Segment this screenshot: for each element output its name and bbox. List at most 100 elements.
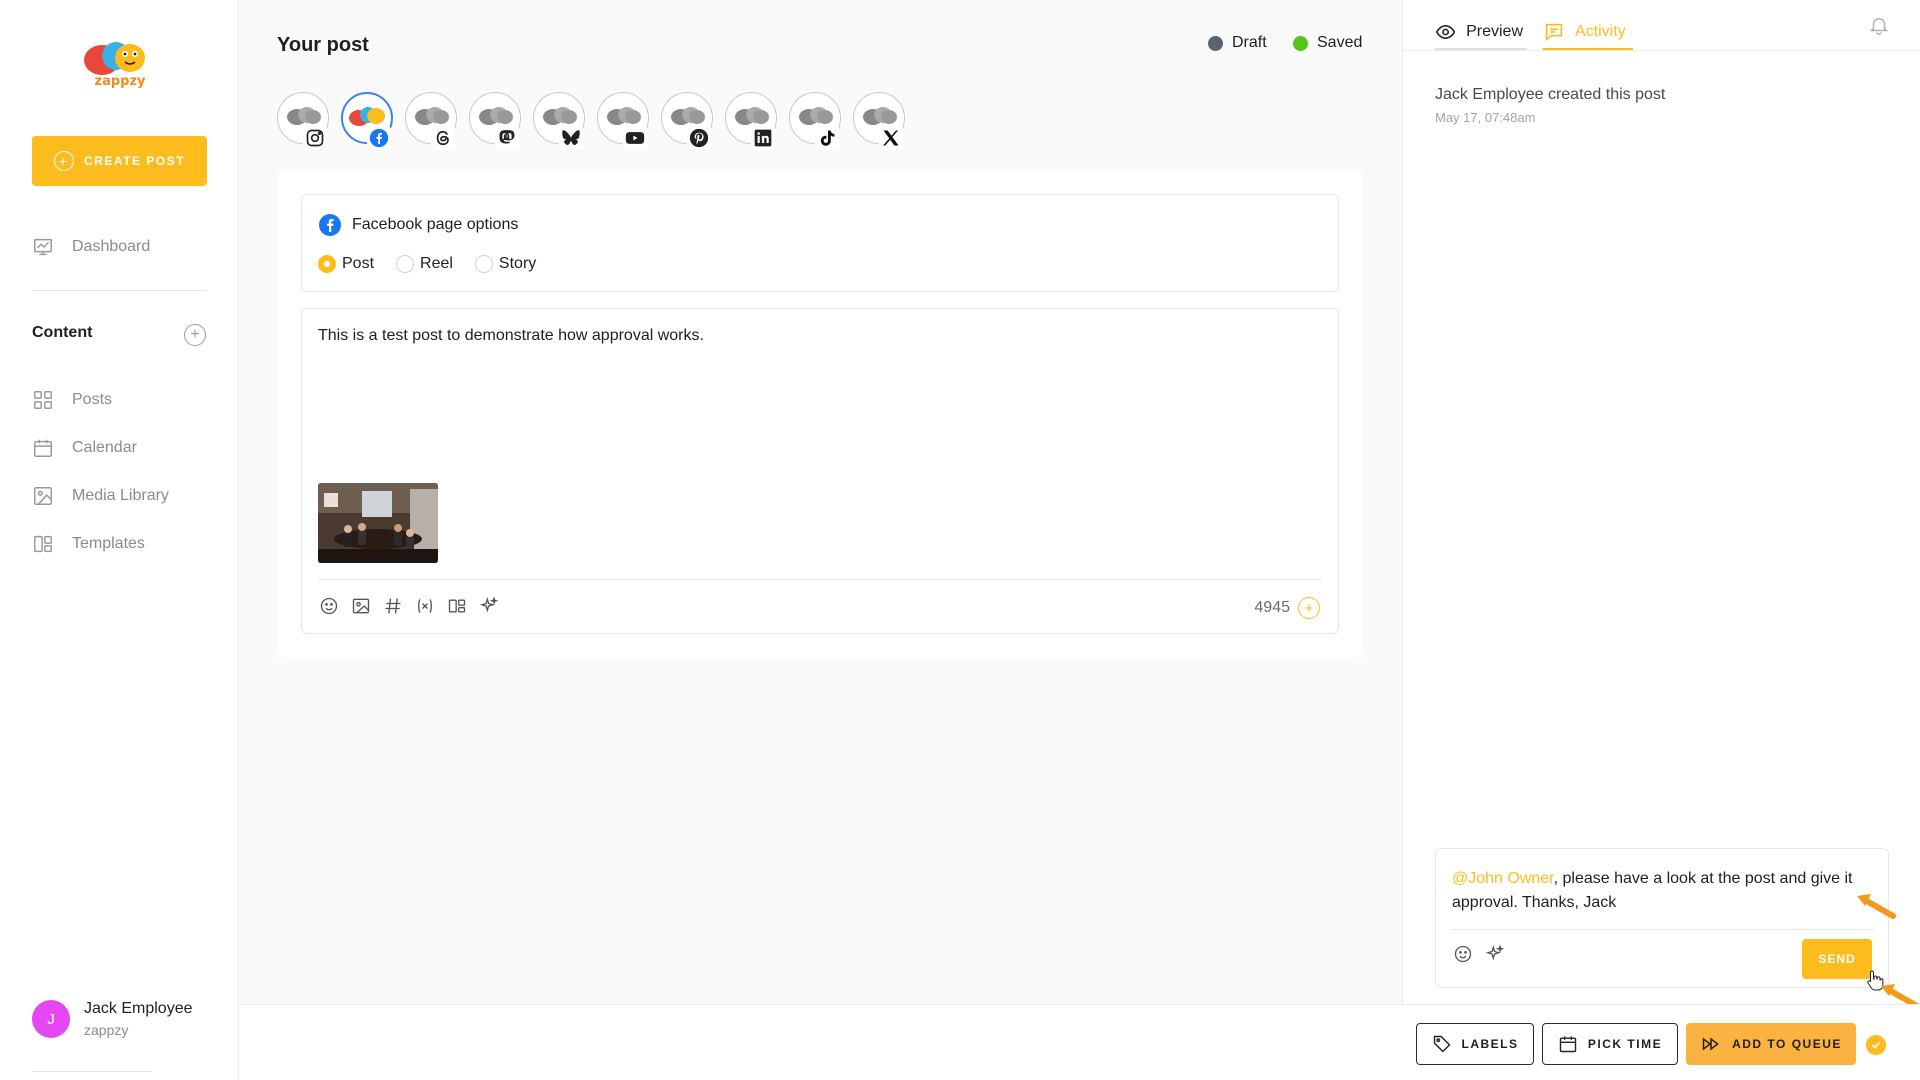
post-editor-area: Your post Draft Saved Facebook page opti…	[240, 0, 1402, 1004]
channel-threads[interactable]	[405, 92, 457, 152]
queue-label: ADD TO QUEUE	[1732, 1037, 1842, 1051]
radio-story[interactable]: Story	[474, 255, 537, 273]
add-to-queue-button[interactable]: ADD TO QUEUE	[1686, 1023, 1856, 1065]
comment-composer[interactable]: @John Owner, please have a look at the p…	[1435, 848, 1889, 991]
tiktok-icon	[815, 126, 839, 150]
comment-input[interactable]: @John Owner, please have a look at the p…	[1452, 867, 1872, 915]
user-underline	[32, 1071, 152, 1072]
logo-wordmark: zappzy	[95, 74, 147, 89]
sidebar-divider	[32, 290, 207, 291]
instagram-icon	[303, 126, 327, 150]
tabs-divider	[1403, 50, 1920, 51]
variable-icon[interactable]	[414, 595, 436, 617]
post-text-editor[interactable]: This is a test post to demonstrate how a…	[301, 308, 1339, 634]
saved-dot-icon	[1293, 35, 1308, 51]
calendar-icon	[1559, 1036, 1577, 1053]
saved-status: Saved	[1293, 34, 1362, 52]
draft-label: Draft	[1232, 34, 1267, 51]
sidebar-item-label: Dashboard	[72, 238, 151, 255]
sidebar-item-label: Media Library	[72, 487, 169, 504]
ai-sparkle-icon[interactable]	[478, 595, 500, 617]
post-card: Facebook page options Post Reel Story Th…	[277, 170, 1363, 658]
post-type-radio-group: Post Reel Story	[318, 255, 536, 273]
zappzy-logo[interactable]: zappzy	[80, 38, 158, 90]
editor-toolbar	[318, 595, 500, 617]
sidebar: zappzy + CREATE POST Dashboard Content +…	[0, 0, 239, 1080]
send-button[interactable]: SEND	[1802, 939, 1872, 979]
tab-preview[interactable]: Preview	[1435, 16, 1527, 50]
sidebar-item-posts[interactable]: Posts	[32, 388, 112, 412]
facebook-icon	[319, 214, 341, 236]
content-section-title: Content	[32, 324, 93, 341]
fb-options-title: Facebook page options	[352, 216, 519, 233]
facebook-icon	[367, 126, 391, 150]
user-profile[interactable]: J Jack Employee zappzy	[32, 1000, 193, 1038]
bluesky-icon	[559, 126, 583, 150]
user-name: Jack Employee	[84, 1000, 193, 1017]
emoji-icon[interactable]	[1452, 943, 1474, 965]
channel-x[interactable]	[853, 92, 905, 152]
comment-divider	[1452, 929, 1874, 930]
channel-selector	[277, 92, 905, 152]
channel-facebook[interactable]	[341, 92, 393, 152]
channel-tiktok[interactable]	[789, 92, 841, 152]
pick-time-button[interactable]: PICK TIME	[1542, 1023, 1678, 1065]
sidebar-item-label: Templates	[72, 535, 145, 552]
threads-icon	[431, 126, 455, 150]
sidebar-item-templates[interactable]: Templates	[32, 532, 145, 556]
activity-entry: Jack Employee created this post	[1435, 86, 1666, 103]
template-icon[interactable]	[446, 595, 468, 617]
radio-label: Story	[498, 255, 537, 272]
right-panel: Preview Activity Jack Employee created t…	[1402, 0, 1920, 1009]
radio-empty-icon	[474, 255, 493, 273]
draft-dot-icon	[1208, 35, 1223, 51]
sidebar-item-calendar[interactable]: Calendar	[32, 436, 137, 460]
sidebar-item-dashboard[interactable]: Dashboard	[32, 235, 150, 259]
page-title: Your post	[277, 34, 369, 56]
create-post-label: CREATE POST	[84, 154, 185, 168]
channel-youtube[interactable]	[597, 92, 649, 152]
hashtag-icon[interactable]	[382, 595, 404, 617]
ai-sparkle-icon[interactable]	[1484, 943, 1506, 965]
radio-label: Reel	[420, 255, 453, 272]
bell-icon[interactable]	[1868, 14, 1890, 36]
comment-toolbar	[1452, 943, 1506, 965]
comment-icon	[1545, 23, 1563, 42]
channel-instagram[interactable]	[277, 92, 329, 152]
tab-label: Preview	[1466, 23, 1523, 40]
editor-divider	[318, 579, 1322, 580]
panel-tabs: Preview Activity	[1435, 16, 1633, 50]
mention-tag: @John Owner	[1452, 870, 1554, 887]
channel-pinterest[interactable]	[661, 92, 713, 152]
draft-status: Draft	[1208, 34, 1267, 52]
create-post-button[interactable]: + CREATE POST	[32, 136, 207, 186]
post-text[interactable]: This is a test post to demonstrate how a…	[318, 327, 704, 345]
linkedin-icon	[751, 126, 775, 150]
add-variant-button[interactable]: +	[1298, 597, 1320, 619]
character-count: 4945	[1254, 599, 1290, 616]
activity-timestamp: May 17, 07:48am	[1435, 110, 1536, 125]
channel-mastodon[interactable]	[469, 92, 521, 152]
labels-label: LABELS	[1461, 1037, 1519, 1051]
template-icon	[34, 535, 52, 553]
tag-icon	[1433, 1035, 1451, 1053]
image-upload-icon[interactable]	[350, 595, 372, 617]
x-icon	[879, 126, 903, 150]
channel-linkedin[interactable]	[725, 92, 777, 152]
radio-post[interactable]: Post	[318, 255, 374, 273]
attached-media-thumbnail[interactable]	[318, 483, 438, 563]
sidebar-item-label: Calendar	[72, 439, 137, 456]
radio-reel[interactable]: Reel	[396, 255, 453, 273]
facebook-page-options: Facebook page options Post Reel Story	[301, 194, 1339, 292]
labels-button[interactable]: LABELS	[1416, 1023, 1534, 1065]
image-icon	[34, 487, 52, 505]
emoji-icon[interactable]	[318, 595, 340, 617]
channel-bluesky[interactable]	[533, 92, 585, 152]
mastodon-icon	[495, 126, 519, 150]
youtube-icon	[623, 126, 647, 150]
sidebar-item-label: Posts	[72, 391, 113, 408]
add-content-button[interactable]: +	[184, 324, 206, 346]
tab-activity[interactable]: Activity	[1543, 16, 1633, 50]
user-org: zappzy	[84, 1022, 129, 1038]
sidebar-item-media-library[interactable]: Media Library	[32, 484, 169, 508]
